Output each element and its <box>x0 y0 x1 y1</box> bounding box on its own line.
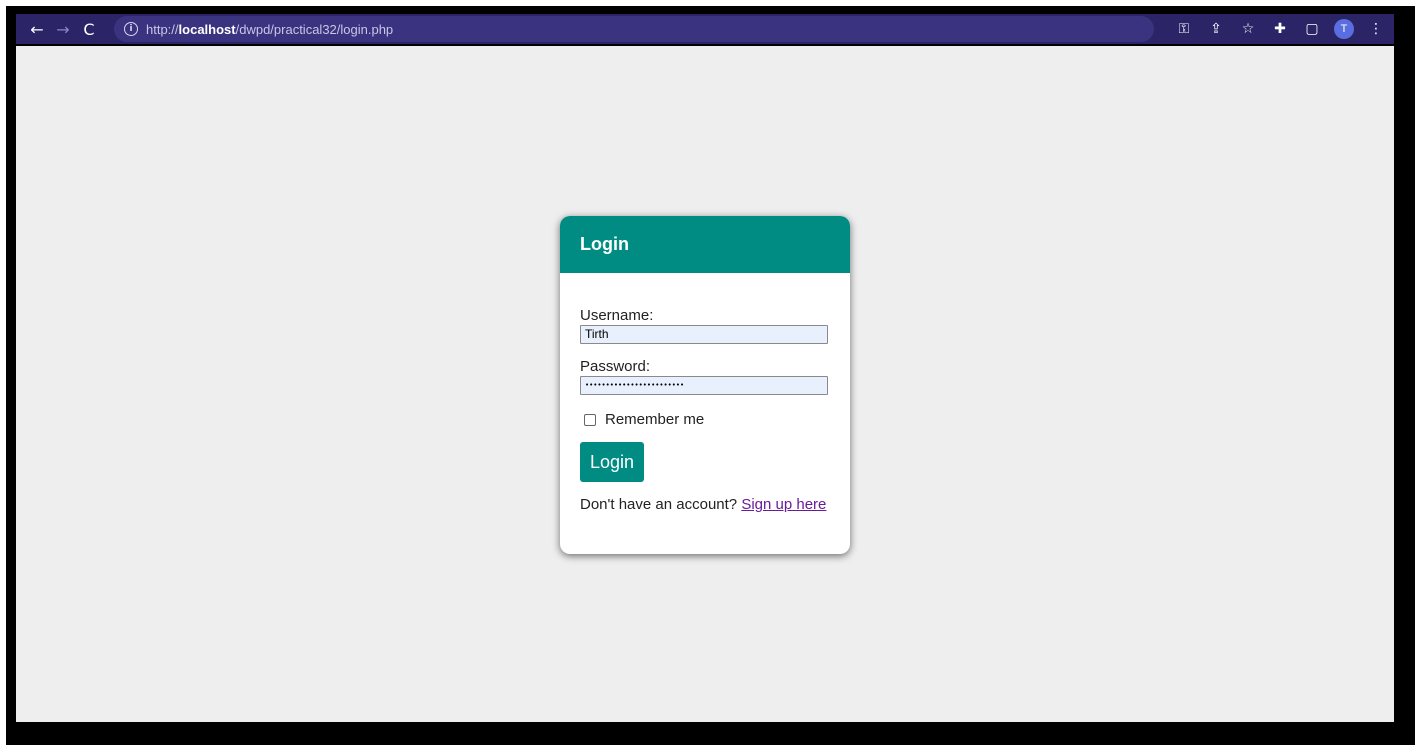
username-field[interactable]: Tirth <box>580 325 828 344</box>
reload-icon[interactable]: C <box>76 16 102 42</box>
signup-prompt-text: Don't have an account? <box>580 496 738 513</box>
browser-toolbar: ← → C i http://localhost/dwpd/practical3… <box>16 14 1394 44</box>
url-host: localhost <box>178 21 236 37</box>
address-bar[interactable]: i http://localhost/dwpd/practical32/logi… <box>114 16 1154 42</box>
share-icon[interactable]: ⇪ <box>1206 19 1226 39</box>
sidepanel-icon[interactable]: ▢ <box>1302 19 1322 39</box>
password-field[interactable]: •••••••••••••••••••••••• <box>580 376 828 395</box>
password-label: Password: <box>580 358 651 375</box>
url-prefix: http:// <box>146 21 179 37</box>
remember-checkbox[interactable] <box>584 413 596 426</box>
login-card-header: Login <box>560 216 850 273</box>
extensions-icon[interactable]: ✚ <box>1270 19 1290 39</box>
login-card: Login Username: Tirth Password: ••••••••… <box>560 216 850 554</box>
signup-prompt: Don't have an account? Sign up here <box>580 496 830 513</box>
forward-arrow-icon[interactable]: → <box>50 16 76 42</box>
site-info-icon[interactable]: i <box>124 22 138 36</box>
back-arrow-icon[interactable]: ← <box>24 16 50 42</box>
url-text: http://localhost/dwpd/practical32/login.… <box>146 22 393 37</box>
url-path: /dwpd/practical32/login.php <box>235 21 394 37</box>
more-menu-icon[interactable]: ⋮ <box>1366 19 1386 39</box>
page-viewport: Login Username: Tirth Password: ••••••••… <box>16 46 1394 722</box>
login-button[interactable]: Login <box>580 442 644 482</box>
remember-row: Remember me <box>580 411 830 428</box>
key-icon[interactable]: ⚿ <box>1174 19 1194 39</box>
toolbar-actions: ⚿ ⇪ ☆ ✚ ▢ T ⋮ <box>1174 14 1386 44</box>
star-icon[interactable]: ☆ <box>1238 19 1258 39</box>
signup-link[interactable]: Sign up here <box>741 496 826 513</box>
login-form: Username: Tirth Password: ••••••••••••••… <box>560 273 850 513</box>
avatar[interactable]: T <box>1334 19 1354 39</box>
username-label: Username: <box>580 307 654 324</box>
remember-label[interactable]: Remember me <box>605 411 704 428</box>
card-title: Login <box>580 234 629 254</box>
